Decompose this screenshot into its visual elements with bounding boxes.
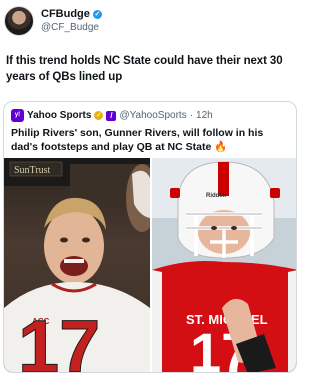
author-avatar[interactable] [4, 6, 34, 36]
affiliate-badge-icon: / [106, 110, 117, 121]
post-header: CFBudge ✓ @CF_Budge [4, 6, 102, 36]
quoted-handle[interactable]: @YahooSports [119, 110, 186, 121]
riddell-helmet-text: Riddell [206, 193, 226, 199]
yahoo-logo-icon[interactable]: y! [11, 109, 24, 122]
philip-rivers-illustration: SunTrust ACC 17 [4, 158, 150, 373]
quoted-source-name[interactable]: Yahoo Sports [27, 110, 91, 121]
gunner-rivers-illustration: Riddell ST. MICHAEL 17 [152, 158, 296, 372]
quoted-post-card[interactable]: y! Yahoo Sports ✓ / @YahooSports · 12h P… [3, 101, 297, 373]
gunner-rivers-photo[interactable]: Riddell ST. MICHAEL 17 [152, 158, 296, 372]
quoted-post-text: Philip Rivers' son, Gunner Rivers, will … [11, 127, 264, 153]
author-handle[interactable]: @CF_Budge [41, 21, 102, 34]
suntrust-sign-text: SunTrust [14, 165, 51, 176]
author-names: CFBudge ✓ @CF_Budge [41, 8, 102, 34]
author-display-name-row[interactable]: CFBudge ✓ [41, 8, 102, 21]
quoted-media[interactable]: SunTrust ACC 17 Riddell ST. 17 [4, 158, 296, 373]
author-display-name[interactable]: CFBudge [41, 8, 90, 21]
verified-badge-icon: ✓ [92, 10, 102, 19]
gold-verified-icon: ✓ [94, 111, 104, 120]
quoted-post-header: y! Yahoo Sports ✓ / @YahooSports · 12h [11, 109, 213, 122]
post-text: If this trend holds NC State could have … [6, 55, 283, 83]
quoted-separator: · [189, 110, 194, 121]
quoted-time[interactable]: 12h [196, 110, 213, 121]
left-jersey-number: 17 [18, 305, 100, 373]
philip-rivers-photo[interactable]: SunTrust ACC 17 [4, 158, 150, 373]
